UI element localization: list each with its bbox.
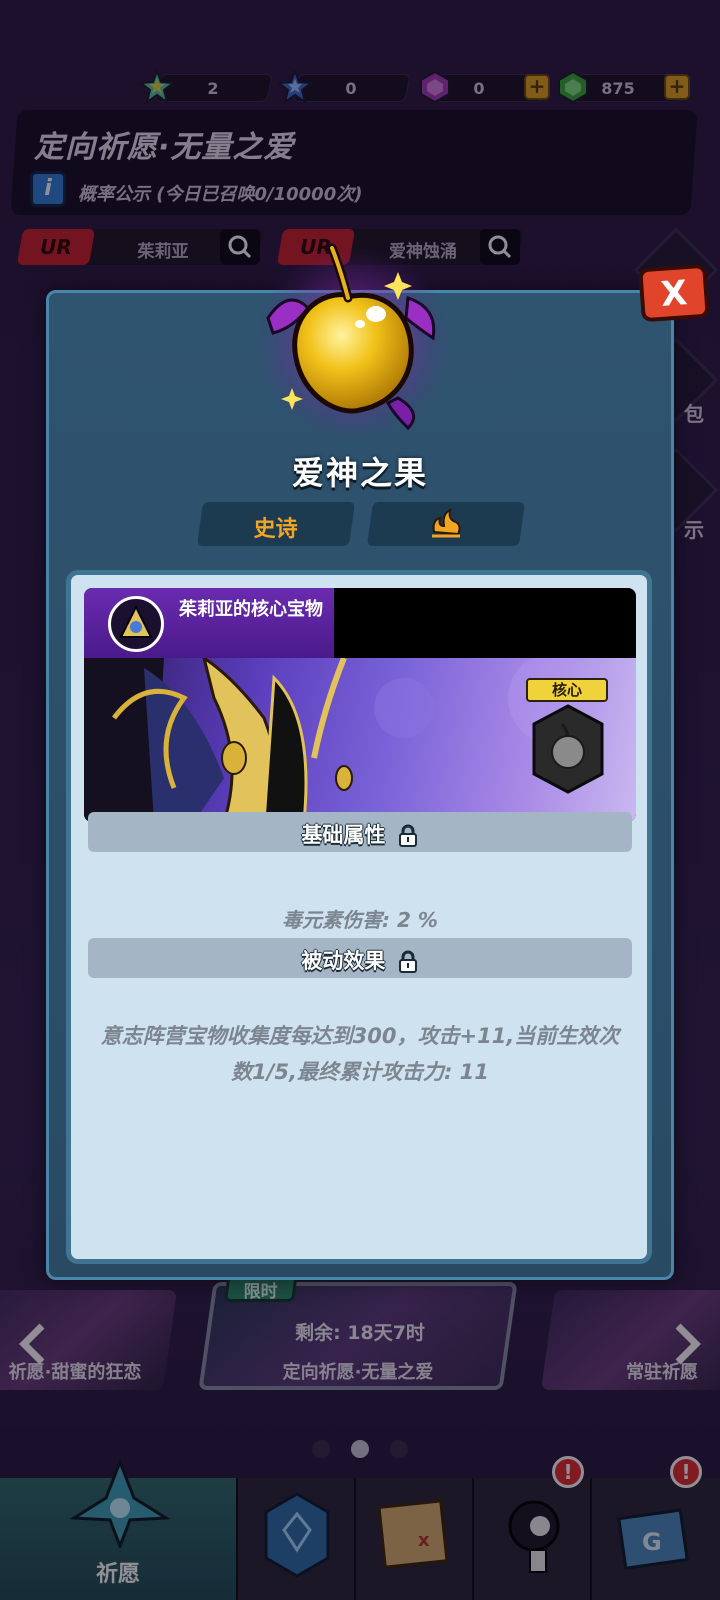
carousel-dot[interactable]	[390, 1440, 408, 1458]
alert-badge: !	[670, 1456, 702, 1488]
hero-header: 茱莉亚的核心宝物	[84, 588, 334, 658]
rarity-label: UR	[40, 235, 72, 259]
carousel-dot-active[interactable]	[351, 1440, 369, 1458]
currency-value: 0	[345, 79, 357, 98]
currency-value: 875	[601, 79, 635, 98]
close-button[interactable]: X	[638, 263, 710, 323]
passive-effect-header: 被动效果	[88, 938, 632, 978]
treasure-box-icon: G	[617, 1508, 689, 1570]
core-slot-icon	[532, 704, 604, 794]
chevron-right-icon[interactable]	[670, 1322, 704, 1366]
nav-item-cards[interactable]	[238, 1478, 356, 1600]
chevron-left-icon[interactable]	[16, 1322, 50, 1366]
hero-avatar	[108, 596, 164, 652]
base-attributes-header: 基础属性	[88, 812, 632, 852]
svg-text:G: G	[642, 1528, 662, 1556]
side-label: 包	[684, 402, 704, 426]
rarity-tag-label: 史诗	[253, 517, 298, 542]
lock-icon	[398, 824, 417, 847]
item-name: 爱神之果	[291, 454, 428, 492]
wish-crystal-icon	[70, 1458, 170, 1548]
lock-icon	[398, 950, 417, 973]
passive-effect-text: 意志阵营宝物收集度每达到300，攻击+11,当前生效次数1/5,最终累计攻击力:…	[100, 1024, 620, 1084]
pick-julia[interactable]: UR 茱莉亚	[16, 229, 264, 265]
carousel-dots	[0, 1440, 720, 1460]
svg-text:x: x	[418, 1530, 430, 1551]
side-label: 示	[684, 518, 704, 542]
currency-green-gem: 875 +	[556, 70, 690, 104]
core-tag: 核心	[526, 678, 608, 702]
alert-badge: !	[552, 1456, 584, 1488]
rarity-tag: 史诗	[196, 502, 356, 546]
search-button[interactable]	[480, 229, 520, 265]
banner-title: 定向祈愿·无量之爱	[34, 130, 295, 165]
section-title: 基础属性	[301, 823, 386, 847]
section-title: 被动效果	[301, 949, 386, 973]
remaining-time: 剩余: 18天7时	[295, 1322, 425, 1344]
hero-card: 茱莉亚的核心宝物 核心	[84, 588, 636, 822]
search-icon	[488, 235, 512, 259]
currency-star-colored: 2	[140, 70, 273, 104]
nav-item-wish[interactable]: 祈愿	[0, 1458, 238, 1600]
currency-value: 2	[207, 79, 219, 98]
add-green-gem-button[interactable]: +	[664, 74, 690, 100]
add-purple-gem-button[interactable]: +	[524, 74, 550, 100]
nav-label: 祈愿	[95, 1562, 140, 1587]
probability-link[interactable]: 概率公示 (今日已召唤0/10000次)	[78, 180, 362, 206]
map-scroll-icon: x	[377, 1499, 449, 1569]
blue-card-icon	[264, 1492, 330, 1578]
base-attribute-value: 毒元素伤害: 2 %	[282, 908, 438, 932]
currency-star-blue: 0	[278, 70, 411, 104]
poison-element-icon	[432, 508, 461, 538]
close-icon: X	[659, 273, 689, 315]
nav-item-map[interactable]: x	[356, 1478, 474, 1600]
pick-name: 茱莉亚	[137, 242, 189, 262]
hero-title: 茱莉亚的核心宝物	[179, 599, 323, 620]
character-icon	[508, 1500, 560, 1573]
currency-purple-gem: 0 +	[418, 70, 550, 104]
currency-value: 0	[473, 79, 485, 98]
nav-item-character[interactable]: !	[474, 1456, 592, 1600]
element-tag	[366, 502, 526, 546]
carousel-dot[interactable]	[312, 1440, 330, 1458]
info-icon[interactable]: i	[30, 171, 66, 207]
nav-item-treasure[interactable]: G !	[592, 1456, 720, 1600]
golden-apple-icon	[255, 243, 451, 438]
card-caption: 定向祈愿·无量之爱	[282, 1362, 434, 1383]
bottom-nav: 祈愿 x ! G !	[0, 1456, 720, 1600]
